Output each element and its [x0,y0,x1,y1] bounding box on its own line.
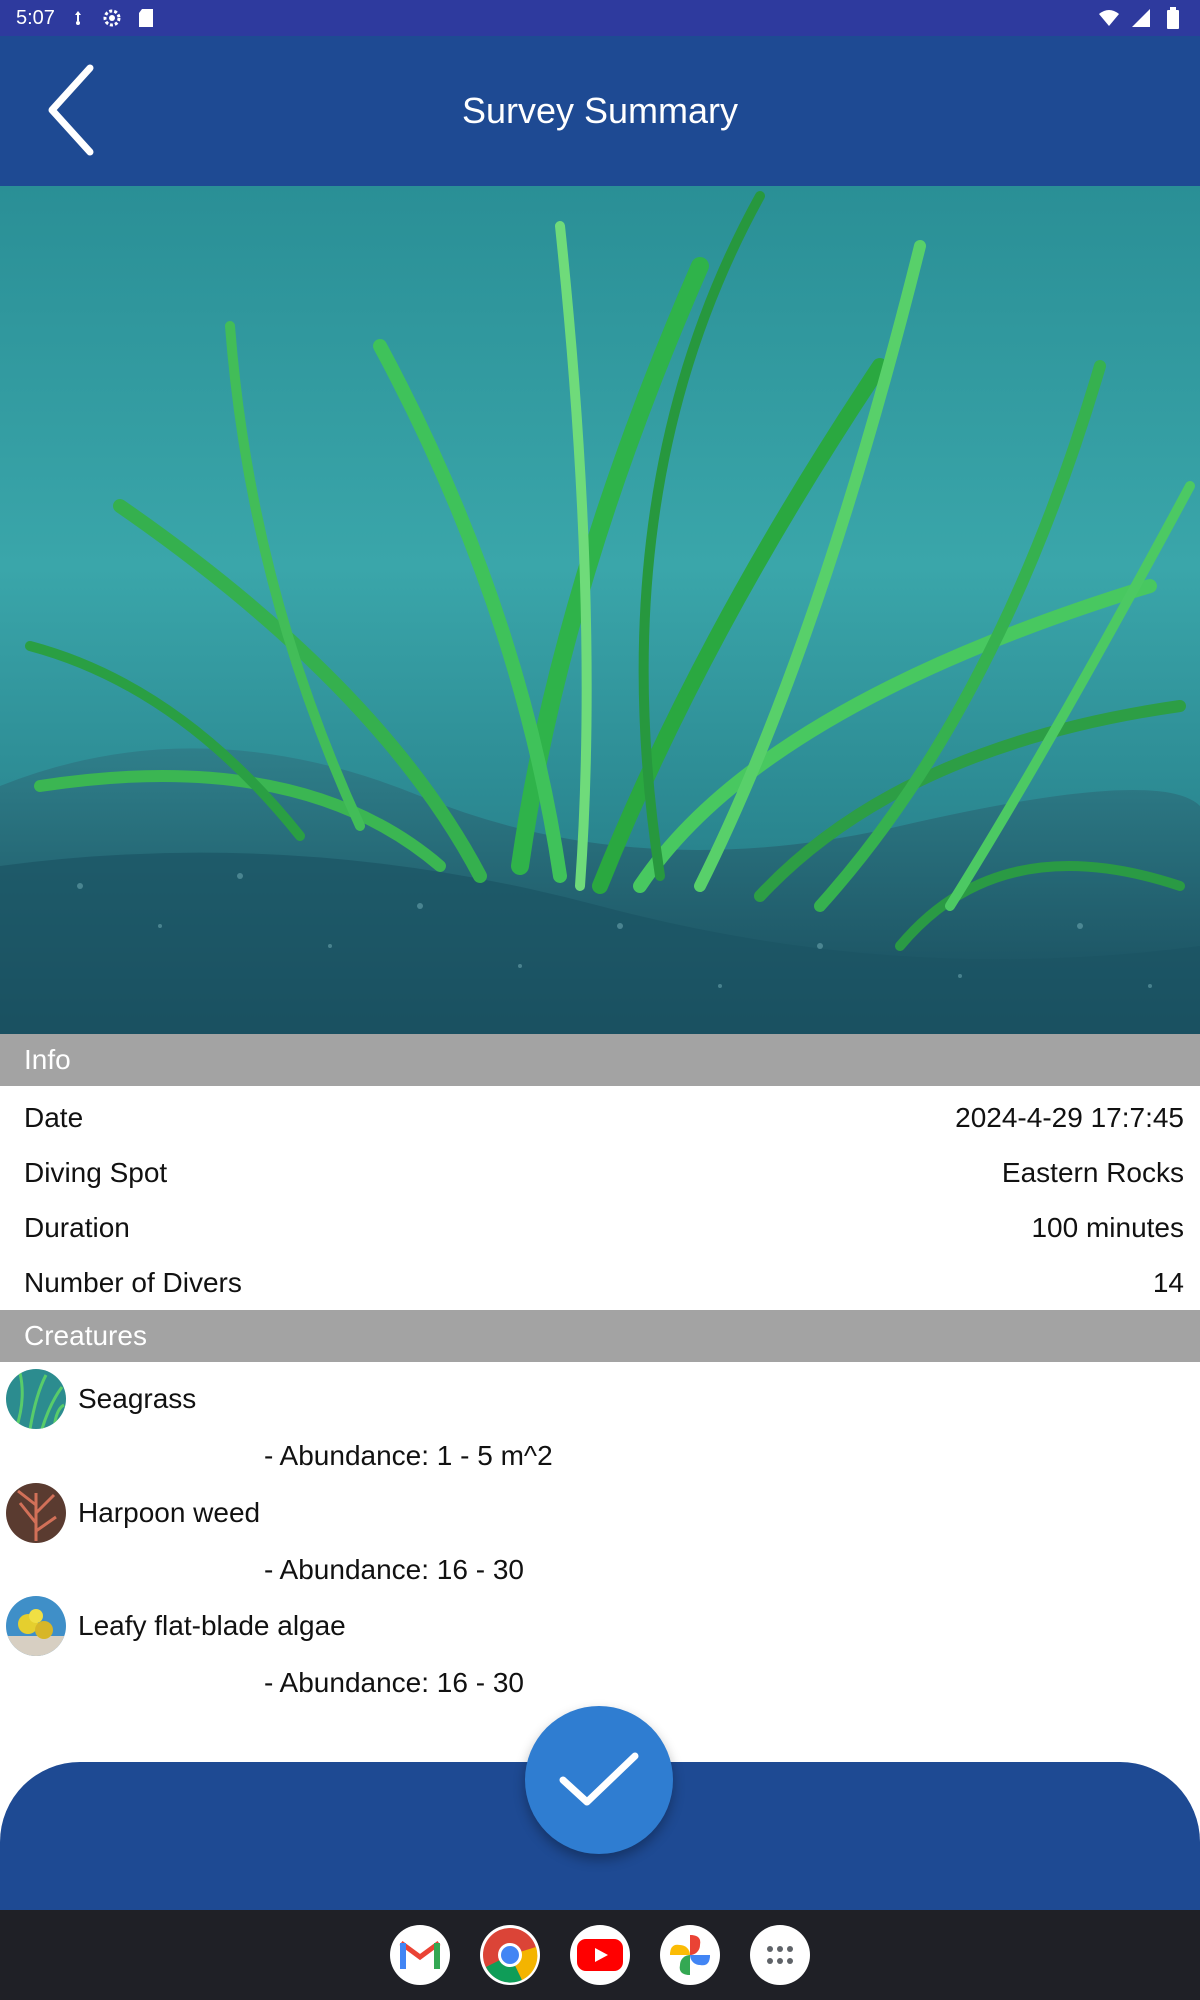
wifi-icon [1098,7,1120,29]
seagrass-thumbnail [6,1369,66,1429]
chrome-icon[interactable] [480,1925,540,1985]
creature-item[interactable]: Harpoon weed [0,1478,1200,1548]
creature-item[interactable]: Leafy flat-blade algae [0,1591,1200,1661]
confirm-button[interactable] [525,1706,673,1854]
info-value: 14 [1152,1266,1184,1298]
settings-icon [101,7,123,29]
status-left: 5:07 [16,7,157,30]
status-time: 5:07 [16,6,55,29]
usb-debug-icon [67,7,89,29]
app-drawer-icon[interactable] [750,1925,810,1985]
youtube-icon[interactable] [570,1925,630,1985]
page-title: Survey Summary [461,90,739,131]
creature-name: Seagrass [78,1383,197,1414]
battery-icon [1162,7,1184,29]
info-label: Date [24,1101,84,1133]
harpoon-weed-thumbnail [6,1483,66,1543]
info-label: Duration [24,1211,130,1243]
info-value: 100 minutes [1031,1211,1184,1243]
gmail-icon[interactable] [390,1925,450,1985]
info-header-label: Info [24,1044,71,1075]
app-bar: Survey Summary [0,36,1200,186]
creatures-header-label: Creatures [24,1320,147,1351]
creature-abundance: - Abundance: 16 - 30 [264,1554,524,1585]
check-icon [559,1752,639,1806]
creature-abundance: - Abundance: 1 - 5 m^2 [264,1440,553,1471]
creature-name: Leafy flat-blade algae [78,1610,346,1641]
photos-icon[interactable] [660,1925,720,1985]
info-row-diving-spot: Diving Spot Eastern Rocks [0,1145,1200,1200]
creatures-header: Creatures [0,1310,1200,1362]
creature-item[interactable]: Seagrass [0,1364,1200,1434]
creature-name: Harpoon weed [78,1497,261,1528]
status-bar: 5:07 [0,0,1200,36]
leafy-flat-blade-algae-thumbnail [6,1596,66,1656]
signal-icon [1130,7,1152,29]
survey-photo [0,186,1200,1034]
info-value: Eastern Rocks [1001,1156,1184,1188]
info-label: Number of Divers [24,1266,242,1298]
creature-abundance: - Abundance: 16 - 30 [264,1667,524,1698]
info-row-divers: Number of Divers 14 [0,1255,1200,1310]
info-label: Diving Spot [24,1156,168,1188]
info-row-date: Date 2024-4-29 17:7:45 [0,1090,1200,1145]
status-right [1098,7,1184,29]
app-dock [0,1910,1200,2000]
info-row-duration: Duration 100 minutes [0,1200,1200,1255]
info-value: 2024-4-29 17:7:45 [955,1101,1184,1133]
info-header: Info [0,1034,1200,1086]
sd-card-icon [135,7,157,29]
